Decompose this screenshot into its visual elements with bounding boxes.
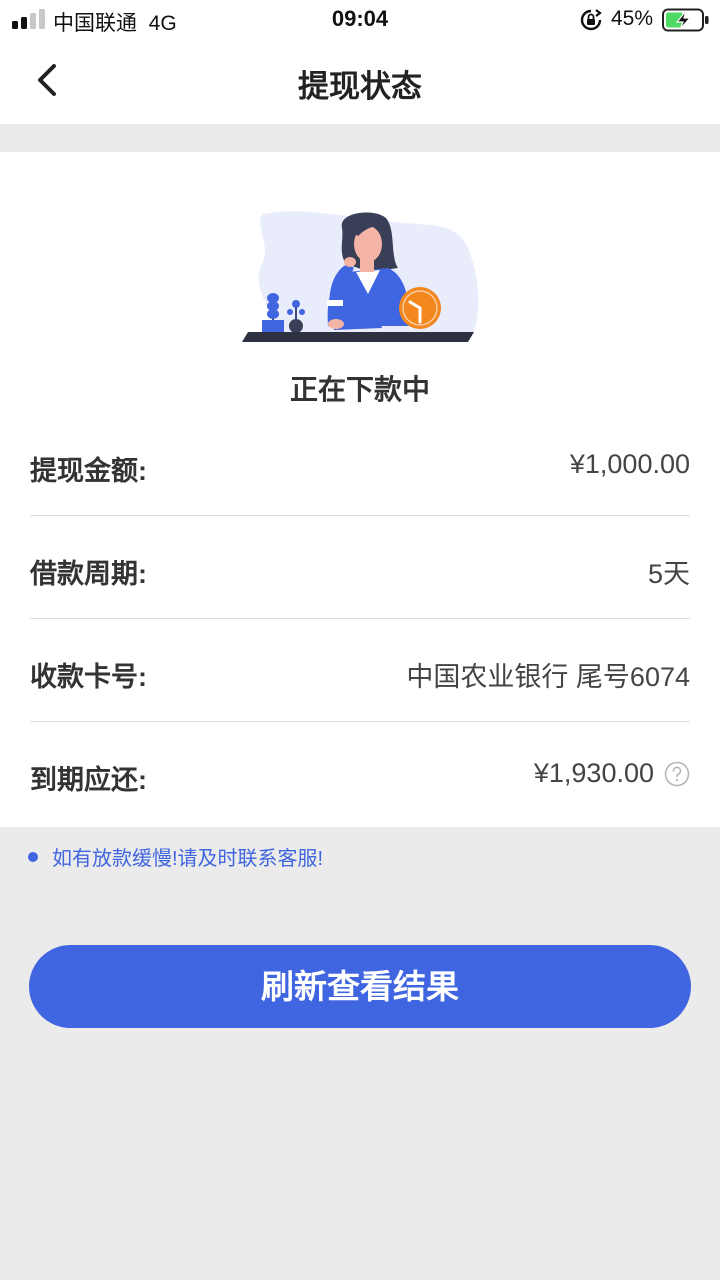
info-row-period: 借款周期: 5天 bbox=[30, 516, 690, 619]
withdrawal-status-text: 正在下款中 bbox=[289, 374, 430, 405]
period-value: 5天 bbox=[647, 559, 690, 589]
nav-bar: 提现状态 bbox=[0, 40, 720, 124]
notice-text: 如有放款缓慢!请及时联系客服! bbox=[52, 848, 324, 870]
rotation-lock-icon bbox=[580, 9, 602, 31]
row-value: ¥1,000.00 bbox=[570, 449, 690, 480]
info-row-amount: 提现金额: ¥1,000.00 bbox=[30, 413, 690, 516]
withdrawal-status-card: 正在下款中 提现金额: ¥1,000.00 借款周期: 5天 收款卡号: 中国农… bbox=[0, 152, 720, 827]
page-title: 提现状态 bbox=[298, 69, 422, 104]
status-bar: 中国联通 4G 09:04 45% bbox=[0, 0, 720, 40]
info-row-card: 收款卡号: 中国农业银行 尾号6074 bbox=[30, 619, 690, 722]
bullet-dot-icon bbox=[28, 851, 38, 862]
row-label: 到期应还: bbox=[30, 765, 147, 795]
row-value: 5天 bbox=[648, 552, 690, 591]
row-label: 借款周期: bbox=[30, 559, 147, 589]
help-icon[interactable] bbox=[664, 761, 690, 787]
row-label: 提现金额: bbox=[30, 456, 147, 486]
refresh-result-button[interactable]: 刷新查看结果 bbox=[29, 945, 691, 1028]
card-value: 中国农业银行 尾号6074 bbox=[406, 662, 690, 692]
notice: 如有放款缓慢!请及时联系客服! bbox=[28, 842, 323, 871]
due-value: ¥1,930.00 bbox=[533, 758, 654, 788]
amount-value: ¥1,000.00 bbox=[569, 449, 690, 479]
waiting-woman-illustration bbox=[242, 211, 479, 342]
battery-percent: 45% bbox=[611, 7, 654, 30]
row-label: 收款卡号: bbox=[30, 662, 147, 692]
battery-charging-icon bbox=[662, 8, 709, 32]
row-value: 中国农业银行 尾号6074 bbox=[406, 655, 690, 694]
info-row-due: 到期应还: ¥1,930.00 bbox=[30, 722, 690, 825]
row-value: ¥1,930.00 bbox=[534, 758, 690, 789]
